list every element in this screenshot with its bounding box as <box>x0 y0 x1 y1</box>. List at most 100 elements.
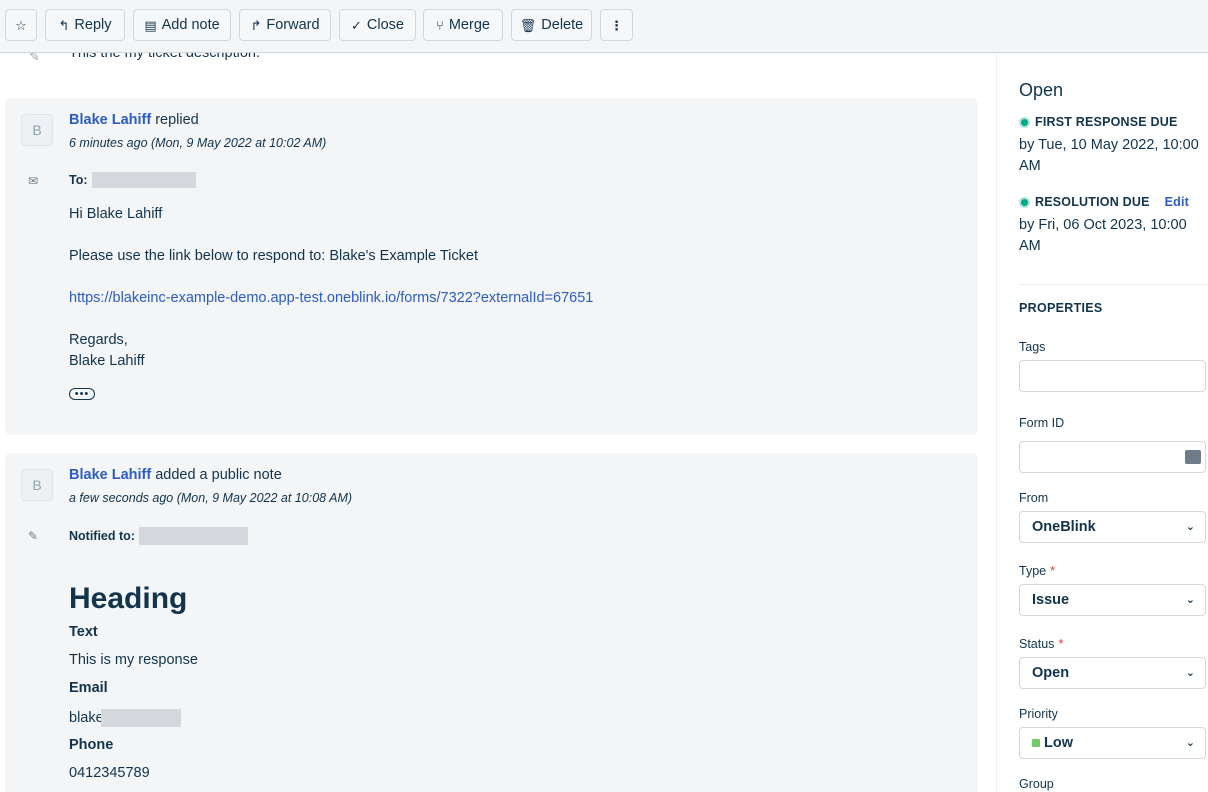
priority-select[interactable]: Low ⌄ <box>1019 727 1206 759</box>
forward-label: Forward <box>266 17 320 33</box>
first-response-title: FIRST RESPONSE DUE <box>1035 115 1178 129</box>
ticket-properties-sidebar: Open FIRST RESPONSE DUE by Tue, 10 May 2… <box>996 53 1208 792</box>
ticket-toolbar: ☆ ↰ Reply ▤ Add note ↱ Forward ✓ Close ⑂… <box>0 0 1208 53</box>
form-id-label: Form ID <box>1019 416 1065 430</box>
avatar: B <box>21 114 53 146</box>
mail-icon: ✉ <box>28 174 39 188</box>
note-icon: ▤ <box>144 17 157 33</box>
notified-line: Notified to: <box>69 527 248 545</box>
conversation-pane: ✎ This the my ticket description. B Blak… <box>0 53 996 792</box>
paperclip-icon: ✎ <box>29 53 40 64</box>
reply-label: Reply <box>74 17 112 33</box>
timestamp: a few seconds ago (Mon, 9 May 2022 at 10… <box>69 491 353 505</box>
kebab-menu-icon: ⋮ <box>610 17 623 33</box>
type-label-row: Type * <box>1019 564 1055 578</box>
note-edit-icon: ✎ <box>28 529 39 543</box>
form-id-input[interactable] <box>1019 441 1206 473</box>
add-note-label: Add note <box>161 17 220 33</box>
chevron-down-icon: ⌄ <box>1185 521 1195 533</box>
field-label: Email <box>69 680 108 696</box>
conversation-action: added a public note <box>155 467 282 483</box>
ticket-description: ✎ This the my ticket description. <box>0 53 996 73</box>
redacted-recipient <box>138 527 248 545</box>
status-label-row: Status * <box>1019 637 1063 651</box>
merge-label: Merge <box>448 17 490 33</box>
resolution-title: RESOLUTION DUE <box>1035 195 1150 209</box>
conversation-headline: Blake Lahiff replied <box>69 111 199 129</box>
notified-label: Notified to: <box>69 529 135 543</box>
description-text: This the my ticket description. <box>69 53 260 61</box>
from-select[interactable]: OneBlink ⌄ <box>1019 511 1206 543</box>
first-response-due: FIRST RESPONSE DUE by Tue, 10 May 2022, … <box>1019 115 1205 177</box>
resolution-due: RESOLUTION DUE Edit by Fri, 06 Oct 2023,… <box>1019 195 1205 257</box>
more-options-button[interactable]: ⋮ <box>600 9 633 41</box>
from-label: From <box>1019 491 1049 505</box>
star-icon: ☆ <box>15 17 27 33</box>
from-value: OneBlink <box>1032 519 1096 535</box>
divider <box>1019 284 1208 285</box>
show-quoted-text-button[interactable]: ••• <box>69 388 95 400</box>
add-note-button[interactable]: ▤ Add note <box>133 9 231 41</box>
priority-label: Priority <box>1019 707 1058 721</box>
type-label: Type <box>1019 564 1047 578</box>
first-response-by: by Tue, 10 May 2022, 10:00 AM <box>1019 137 1199 174</box>
conversation-note: B Blake Lahiff added a public note a few … <box>5 453 978 792</box>
field-value: This is my response <box>69 652 198 668</box>
field-label: Text <box>69 624 98 640</box>
conversation-action: replied <box>155 112 199 128</box>
merge-button[interactable]: ⑂ Merge <box>423 9 503 41</box>
field-label: Phone <box>69 737 114 753</box>
form-lookup-icon[interactable] <box>1185 450 1201 464</box>
sla-title-row: FIRST RESPONSE DUE <box>1019 115 1205 129</box>
message-line: Please use the link below to respond to:… <box>69 248 478 264</box>
sla-title-row: RESOLUTION DUE Edit <box>1019 195 1205 209</box>
note-heading: Heading <box>69 582 188 615</box>
edit-resolution-link[interactable]: Edit <box>1165 195 1189 209</box>
merge-icon: ⑂ <box>436 17 444 33</box>
status-dot-icon <box>1019 116 1030 128</box>
author-link[interactable]: Blake Lahiff <box>69 112 151 128</box>
redacted-recipient <box>91 172 196 188</box>
close-label: Close <box>366 17 404 33</box>
status-label: Status <box>1019 637 1055 651</box>
field-value: 0412345789 <box>69 765 150 781</box>
chevron-down-icon: ⌄ <box>1185 667 1195 679</box>
status-value: Open <box>1032 665 1070 681</box>
reply-button[interactable]: ↰ Reply <box>45 9 125 41</box>
chevron-down-icon: ⌄ <box>1185 737 1195 749</box>
email-value-line: blake <box>69 709 181 727</box>
ticket-status: Open <box>1019 80 1064 100</box>
timestamp: 6 minutes ago (Mon, 9 May 2022 at 10:02 … <box>69 136 327 150</box>
message-line: Blake Lahiff <box>69 353 145 369</box>
close-button[interactable]: ✓ Close <box>339 9 416 41</box>
required-asterisk: * <box>1058 637 1064 651</box>
conversation-reply: B Blake Lahiff replied 6 minutes ago (Mon… <box>5 98 978 435</box>
delete-button[interactable]: 🗑 Delete <box>511 9 592 41</box>
field-value: blake <box>69 710 104 726</box>
conversation-headline: Blake Lahiff added a public note <box>69 466 282 484</box>
redacted-email <box>100 709 181 727</box>
tags-label: Tags <box>1019 340 1046 354</box>
avatar: B <box>21 469 53 501</box>
properties-title: PROPERTIES <box>1019 301 1103 315</box>
trash-icon: 🗑 <box>519 17 537 33</box>
status-dot-icon <box>1019 196 1030 208</box>
tags-input[interactable] <box>1019 360 1206 392</box>
message-line: Regards, <box>69 332 128 348</box>
priority-low-indicator <box>1032 739 1040 747</box>
forward-icon: ↱ <box>250 17 262 33</box>
status-select[interactable]: Open ⌄ <box>1019 657 1206 689</box>
author-link[interactable]: Blake Lahiff <box>69 467 151 483</box>
reply-icon: ↰ <box>58 17 70 33</box>
type-value: Issue <box>1032 592 1070 608</box>
type-select[interactable]: Issue ⌄ <box>1019 584 1206 616</box>
priority-value: Low <box>1044 735 1073 751</box>
response-link[interactable]: https://blakeinc-example-demo.app-test.o… <box>69 290 593 306</box>
to-label: To: <box>69 173 88 187</box>
group-label: Group <box>1019 777 1054 791</box>
forward-button[interactable]: ↱ Forward <box>239 9 331 41</box>
recipient-line: To: <box>69 172 196 188</box>
delete-label: Delete <box>541 17 584 33</box>
star-button[interactable]: ☆ <box>5 9 37 41</box>
required-asterisk: * <box>1050 564 1055 578</box>
